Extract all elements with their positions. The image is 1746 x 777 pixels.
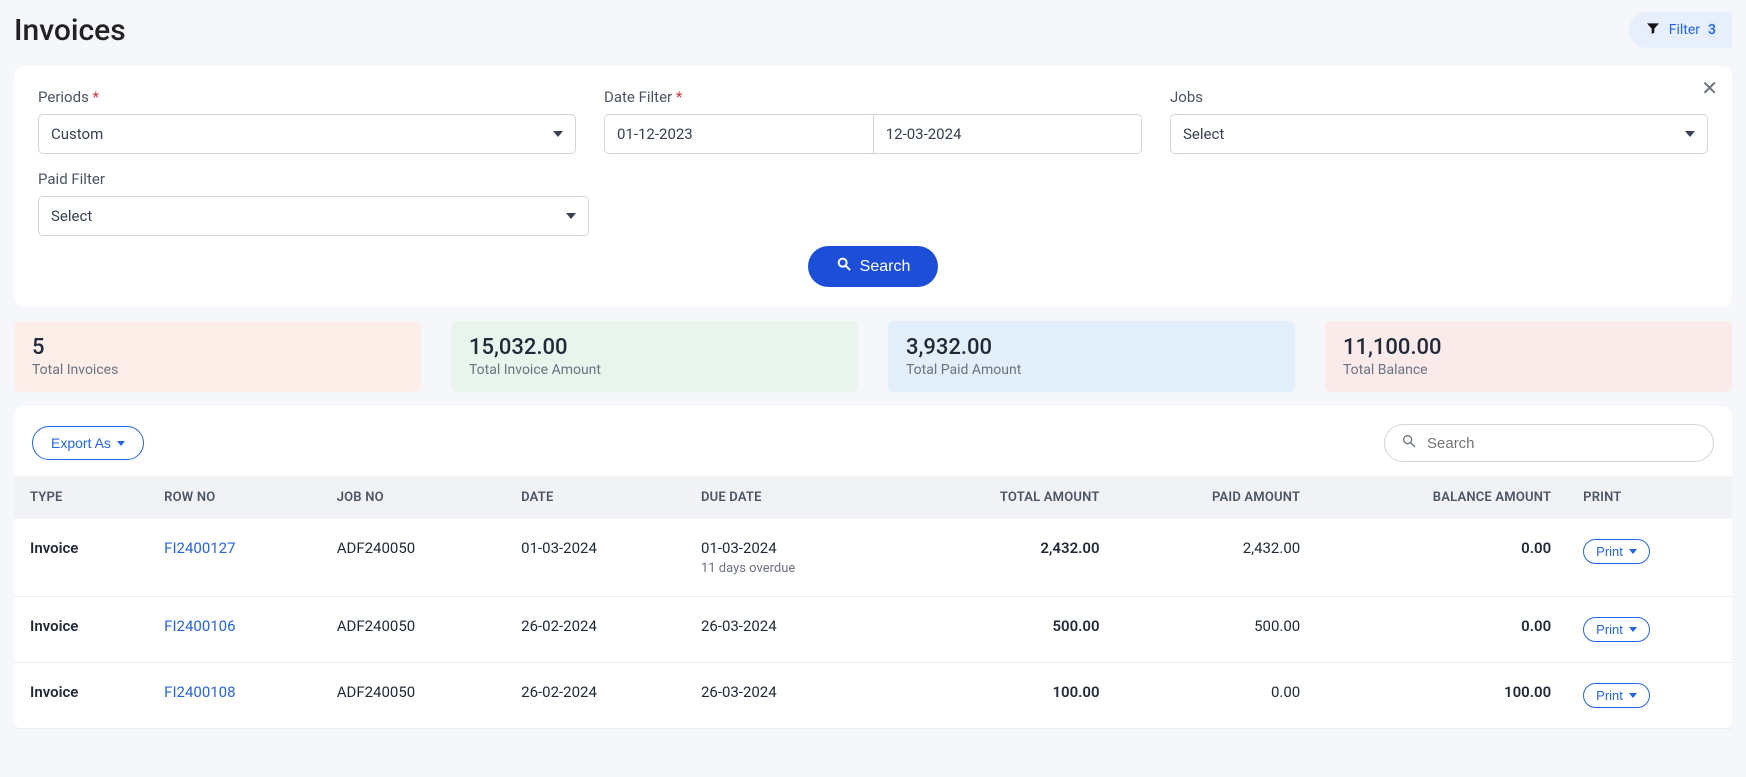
row-no-link[interactable]: FI2400106 (164, 617, 235, 635)
chevron-down-icon (1629, 693, 1637, 698)
periods-select[interactable]: Custom (38, 114, 576, 154)
periods-label: Periods * (38, 88, 576, 106)
cell-total: 500.00 (896, 597, 1116, 663)
table-row: Invoice FI2400106 ADF24005026-02-202426-03… (14, 597, 1732, 663)
date-to-input[interactable]: 12-03-2024 (873, 114, 1142, 154)
filter-count: 3 (1708, 22, 1716, 38)
col-date: DATE (505, 476, 685, 519)
col-jobno: JOB NO (321, 476, 505, 519)
summary-total-amount: 15,032.00 Total Invoice Amount (451, 321, 858, 392)
filter-toggle[interactable]: Filter 3 (1629, 12, 1732, 48)
cell-balance: 0.00 (1316, 597, 1567, 663)
summary-paid-amount: 3,932.00 Total Paid Amount (888, 321, 1295, 392)
search-icon (1401, 433, 1417, 453)
chevron-down-icon (1685, 131, 1695, 137)
table-search[interactable] (1384, 424, 1714, 462)
filters-panel: ✕ Periods * Custom Date Filter * 01-12-2… (14, 66, 1732, 307)
col-balance: BALANCE AMOUNT (1316, 476, 1567, 519)
summary-total-invoices: 5 Total Invoices (14, 321, 421, 392)
chevron-down-icon (1629, 627, 1637, 632)
page-title: Invoices (14, 13, 126, 48)
print-button[interactable]: Print (1583, 683, 1650, 708)
col-duedate: DUE DATE (685, 476, 896, 519)
cell-paid: 0.00 (1116, 663, 1317, 729)
cell-date: 26-02-2024 (505, 663, 685, 729)
row-no-link[interactable]: FI2400127 (164, 539, 235, 557)
table-search-input[interactable] (1427, 435, 1697, 452)
date-filter-label: Date Filter * (604, 88, 1142, 106)
table-row: Invoice FI2400108 ADF24005026-02-202426-03… (14, 663, 1732, 729)
cell-duedate: 26-03-2024 (685, 663, 896, 729)
cell-balance: 0.00 (1316, 519, 1567, 597)
cell-date: 26-02-2024 (505, 597, 685, 663)
cell-date: 01-03-2024 (505, 519, 685, 597)
cell-jobno: ADF240050 (321, 519, 505, 597)
col-print: PRINT (1567, 476, 1732, 519)
close-icon[interactable]: ✕ (1701, 76, 1718, 100)
col-total: TOTAL AMOUNT (896, 476, 1116, 519)
chevron-down-icon (117, 441, 125, 446)
cell-jobno: ADF240050 (321, 597, 505, 663)
row-no-link[interactable]: FI2400108 (164, 683, 235, 701)
chevron-down-icon (1629, 549, 1637, 554)
cell-type: Invoice (14, 663, 148, 729)
search-button[interactable]: Search (808, 246, 939, 287)
cell-jobno: ADF240050 (321, 663, 505, 729)
paid-filter-select[interactable]: Select (38, 196, 589, 236)
summary-balance: 11,100.00 Total Balance (1325, 321, 1732, 392)
table-row: Invoice FI2400127 ADF24005001-03-202401-03… (14, 519, 1732, 597)
jobs-label: Jobs (1170, 88, 1708, 106)
filter-icon (1645, 20, 1661, 40)
filter-label: Filter (1669, 22, 1700, 38)
cell-type: Invoice (14, 519, 148, 597)
cell-duedate: 01-03-202411 days overdue (685, 519, 896, 597)
cell-total: 100.00 (896, 663, 1116, 729)
chevron-down-icon (553, 131, 563, 137)
col-rowno: ROW NO (148, 476, 321, 519)
export-button[interactable]: Export As (32, 426, 144, 460)
date-from-input[interactable]: 01-12-2023 (604, 114, 873, 154)
print-button[interactable]: Print (1583, 617, 1650, 642)
table-card: Export As TYPE ROW NO JOB NO DATE DUE DA… (14, 406, 1732, 729)
overdue-text: 11 days overdue (701, 561, 880, 576)
cell-balance: 100.00 (1316, 663, 1567, 729)
cell-paid: 2,432.00 (1116, 519, 1317, 597)
summary-row: 5 Total Invoices 15,032.00 Total Invoice… (14, 321, 1732, 392)
cell-type: Invoice (14, 597, 148, 663)
chevron-down-icon (566, 213, 576, 219)
cell-paid: 500.00 (1116, 597, 1317, 663)
paid-filter-label: Paid Filter (38, 170, 589, 188)
jobs-select[interactable]: Select (1170, 114, 1708, 154)
print-button[interactable]: Print (1583, 539, 1650, 564)
invoices-table: TYPE ROW NO JOB NO DATE DUE DATE TOTAL A… (14, 476, 1732, 729)
cell-duedate: 26-03-2024 (685, 597, 896, 663)
search-icon (836, 256, 852, 277)
col-paid: PAID AMOUNT (1116, 476, 1317, 519)
col-type: TYPE (14, 476, 148, 519)
cell-total: 2,432.00 (896, 519, 1116, 597)
